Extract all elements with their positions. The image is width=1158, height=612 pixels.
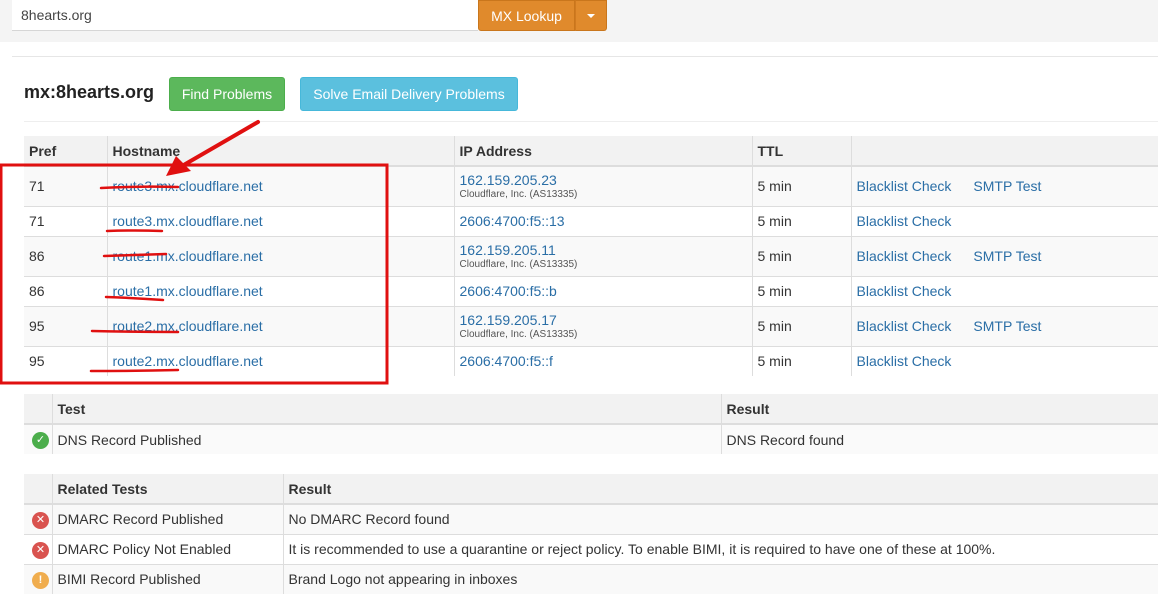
table-row: 71 route3.mx.cloudflare.net 2606:4700:f5… bbox=[24, 205, 1158, 236]
table-row: 71 route3.mx.cloudflare.net 162.159.205.… bbox=[24, 165, 1158, 206]
test-result: No DMARC Record found bbox=[282, 503, 1158, 534]
blacklist-check-link[interactable]: Blacklist Check bbox=[857, 178, 952, 194]
table-header-row: Pref Hostname IP Address TTL bbox=[24, 136, 1158, 167]
test-result: DNS Record found bbox=[720, 423, 1158, 454]
ttl-cell: 5 min bbox=[751, 205, 851, 236]
pref-cell: 95 bbox=[24, 345, 107, 376]
table-row: ✕ DMARC Record Published No DMARC Record… bbox=[24, 503, 1158, 534]
test-name: BIMI Record Published bbox=[51, 563, 283, 594]
column-header bbox=[24, 394, 52, 425]
table-header-row: Test Result bbox=[24, 394, 1158, 425]
table-row: ! BIMI Record Published Brand Logo not a… bbox=[24, 563, 1158, 594]
table-header-row: Related Tests Result bbox=[24, 474, 1158, 505]
test-name: DMARC Policy Not Enabled bbox=[51, 533, 283, 564]
x-icon: ✕ bbox=[32, 511, 49, 529]
test-results-table: Test Result ✓ DNS Record Published DNS R… bbox=[24, 394, 1158, 454]
smtp-test-link[interactable]: SMTP Test bbox=[973, 248, 1041, 264]
ip-link[interactable]: 2606:4700:f5::13 bbox=[460, 213, 565, 229]
pref-cell: 71 bbox=[24, 165, 107, 206]
ttl-cell: 5 min bbox=[751, 345, 851, 376]
caret-down-icon bbox=[587, 13, 595, 18]
smtp-test-link[interactable]: SMTP Test bbox=[973, 318, 1041, 334]
hostname-link[interactable]: route3.mx.cloudflare.net bbox=[113, 178, 263, 194]
column-header: IP Address bbox=[453, 136, 752, 167]
ttl-cell: 5 min bbox=[751, 305, 851, 346]
ip-org-label: Cloudflare, Inc. (AS13335) bbox=[459, 329, 578, 340]
blacklist-check-link[interactable]: Blacklist Check bbox=[857, 283, 952, 299]
column-header: Test bbox=[51, 394, 721, 425]
test-result: Brand Logo not appearing in inboxes bbox=[282, 563, 1158, 594]
table-row: ✕ DMARC Policy Not Enabled It is recomme… bbox=[24, 533, 1158, 564]
table-row: 86 route1.mx.cloudflare.net 162.159.205.… bbox=[24, 235, 1158, 276]
table-row: 95 route2.mx.cloudflare.net 2606:4700:f5… bbox=[24, 345, 1158, 376]
ip-link[interactable]: 162.159.205.23 bbox=[460, 172, 557, 188]
exclamation-icon: ! bbox=[32, 571, 49, 589]
ip-link[interactable]: 2606:4700:f5::f bbox=[460, 353, 553, 369]
ip-org-label: Cloudflare, Inc. (AS13335) bbox=[459, 259, 578, 270]
lookup-dropdown-toggle[interactable] bbox=[575, 0, 607, 31]
search-bar: MX Lookup bbox=[0, 0, 1158, 42]
find-problems-button[interactable]: Find Problems bbox=[169, 77, 285, 111]
test-name: DMARC Record Published bbox=[51, 503, 283, 534]
mx-records-table: Pref Hostname IP Address TTL 71 route3.m… bbox=[24, 136, 1158, 376]
pref-cell: 95 bbox=[24, 305, 107, 346]
divider bbox=[12, 56, 1158, 57]
ttl-cell: 5 min bbox=[751, 235, 851, 276]
x-icon: ✕ bbox=[32, 541, 49, 559]
ip-link[interactable]: 162.159.205.11 bbox=[460, 242, 556, 258]
search-input[interactable] bbox=[12, 0, 478, 31]
column-header: Pref bbox=[24, 136, 107, 167]
table-row: 95 route2.mx.cloudflare.net 162.159.205.… bbox=[24, 305, 1158, 346]
hostname-link[interactable]: route2.mx.cloudflare.net bbox=[113, 318, 263, 334]
solve-email-delivery-button[interactable]: Solve Email Delivery Problems bbox=[300, 77, 518, 111]
column-header: TTL bbox=[751, 136, 851, 167]
smtp-test-link[interactable]: SMTP Test bbox=[973, 178, 1041, 194]
hostname-link[interactable]: route1.mx.cloudflare.net bbox=[113, 248, 263, 264]
page-title: mx:8hearts.org bbox=[24, 82, 155, 102]
blacklist-check-link[interactable]: Blacklist Check bbox=[857, 353, 952, 369]
column-header: Result bbox=[720, 394, 1158, 425]
column-header bbox=[850, 136, 1158, 167]
pref-cell: 86 bbox=[24, 235, 107, 276]
table-row: ✓ DNS Record Published DNS Record found bbox=[24, 423, 1158, 454]
hostname-link[interactable]: route3.mx.cloudflare.net bbox=[113, 213, 263, 229]
column-header bbox=[24, 474, 52, 505]
check-icon: ✓ bbox=[32, 432, 49, 449]
pref-cell: 86 bbox=[24, 275, 107, 306]
ip-link[interactable]: 162.159.205.17 bbox=[460, 312, 557, 328]
test-result: It is recommended to use a quarantine or… bbox=[282, 533, 1158, 564]
ip-org-label: Cloudflare, Inc. (AS13335) bbox=[459, 189, 578, 201]
ip-link[interactable]: 2606:4700:f5::b bbox=[460, 283, 557, 299]
mx-lookup-button[interactable]: MX Lookup bbox=[478, 0, 575, 31]
test-name: DNS Record Published bbox=[51, 423, 721, 454]
blacklist-check-link[interactable]: Blacklist Check bbox=[857, 318, 952, 334]
column-header: Hostname bbox=[106, 136, 454, 167]
hostname-link[interactable]: route1.mx.cloudflare.net bbox=[113, 283, 263, 299]
ttl-cell: 5 min bbox=[751, 275, 851, 306]
column-header: Related Tests bbox=[51, 474, 283, 505]
ttl-cell: 5 min bbox=[751, 165, 851, 206]
blacklist-check-link[interactable]: Blacklist Check bbox=[857, 213, 952, 229]
related-tests-table: Related Tests Result ✕ DMARC Record Publ… bbox=[24, 474, 1158, 594]
divider bbox=[24, 121, 1158, 122]
column-header: Result bbox=[282, 474, 1158, 505]
table-row: 86 route1.mx.cloudflare.net 2606:4700:f5… bbox=[24, 275, 1158, 306]
hostname-link[interactable]: route2.mx.cloudflare.net bbox=[113, 353, 263, 369]
blacklist-check-link[interactable]: Blacklist Check bbox=[857, 248, 952, 264]
pref-cell: 71 bbox=[24, 205, 107, 236]
